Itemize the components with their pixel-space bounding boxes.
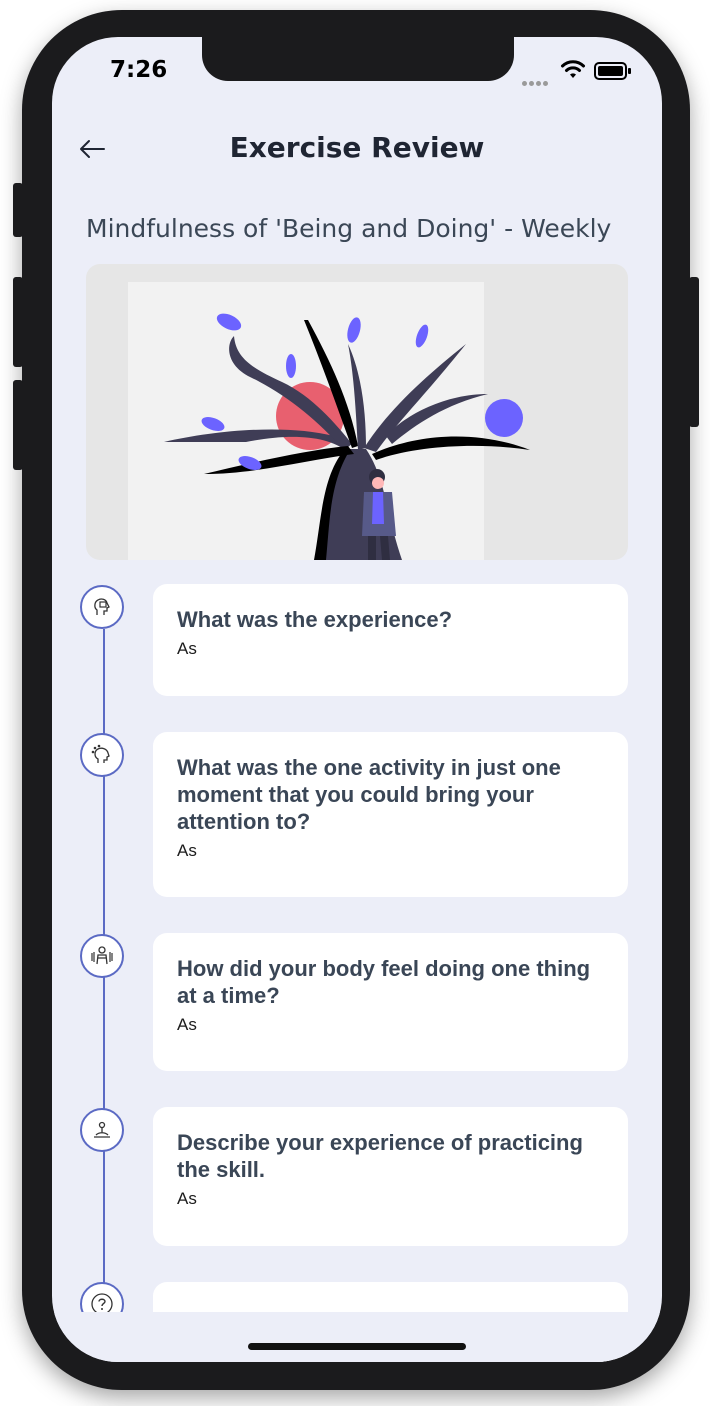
home-indicator[interactable] xyxy=(248,1343,466,1350)
mute-switch xyxy=(13,183,23,237)
exercise-name: Mindfulness of 'Being and Doing' - Weekl… xyxy=(86,214,612,243)
bottom-safe-area xyxy=(52,1312,662,1362)
timeline-card[interactable]: What was the one activity in just one mo… xyxy=(153,732,628,897)
answer-text: As xyxy=(177,639,197,658)
answer-text: As xyxy=(177,1015,197,1034)
tree-illustration xyxy=(128,282,530,560)
timeline-card[interactable]: Describe your experience of practicing t… xyxy=(153,1107,628,1246)
meditating-person-icon xyxy=(80,1108,124,1152)
timeline-card[interactable]: What was the experience? As xyxy=(153,584,628,696)
volume-up-button xyxy=(13,277,23,367)
page-title: Exercise Review xyxy=(229,131,485,164)
app-screen: 7:26 Exercise Review Mindfulness of 'Bei… xyxy=(52,37,662,1362)
head-calendar-icon xyxy=(80,585,124,629)
question-text: Describe your experience of practicing t… xyxy=(177,1130,583,1182)
timeline-card[interactable]: How did your body feel doing one thing a… xyxy=(153,933,628,1071)
question-text: How did your body feel doing one thing a… xyxy=(177,956,591,1008)
answer-text: As xyxy=(177,841,197,860)
head-brain-icon xyxy=(80,733,124,777)
question-text: What was the experience? xyxy=(177,607,453,632)
answer-text: As xyxy=(177,1189,197,1208)
question-text: What was the one activity in just one mo… xyxy=(177,755,561,834)
notch xyxy=(202,37,514,81)
wifi-icon xyxy=(561,60,585,78)
power-button xyxy=(689,277,699,427)
battery-icon xyxy=(594,62,631,80)
hero-illustration xyxy=(86,264,628,560)
volume-down-button xyxy=(13,380,23,470)
status-time: 7:26 xyxy=(110,57,168,83)
status-icons xyxy=(522,59,642,86)
signal-icon xyxy=(522,71,550,90)
body-meditation-icon xyxy=(80,934,124,978)
